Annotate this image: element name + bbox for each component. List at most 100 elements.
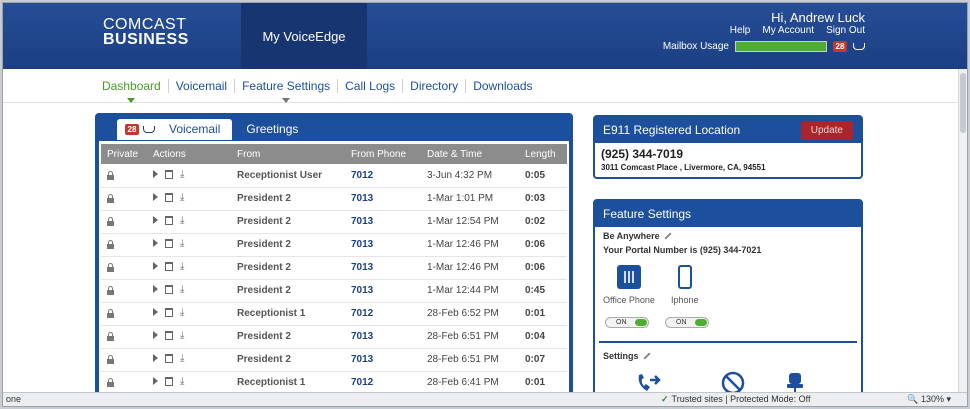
- private-cell[interactable]: [101, 302, 147, 326]
- download-icon[interactable]: ⤓: [180, 238, 184, 248]
- play-icon[interactable]: [153, 377, 158, 386]
- help-link[interactable]: Help: [730, 25, 751, 36]
- download-icon[interactable]: ⤓: [180, 192, 184, 202]
- tab-voicemail[interactable]: 28 Voicemail: [117, 118, 233, 140]
- table-row[interactable]: ⤓ President 2 7013 28-Feb 6:51 PM 0:07: [101, 348, 567, 372]
- from-phone-cell[interactable]: 7013: [345, 348, 421, 372]
- edit-pencil-icon[interactable]: [642, 352, 651, 360]
- private-cell[interactable]: [101, 210, 147, 234]
- private-cell[interactable]: [101, 279, 147, 303]
- lock-icon[interactable]: [107, 240, 114, 249]
- trash-icon[interactable]: [165, 330, 173, 340]
- nav-downloads[interactable]: Downloads: [466, 79, 539, 93]
- download-icon[interactable]: ⤓: [180, 307, 184, 317]
- col-date-time[interactable]: Date & Time: [421, 144, 519, 164]
- scrollbar-thumb[interactable]: [960, 73, 966, 133]
- play-icon[interactable]: [153, 170, 158, 178]
- from-phone-cell[interactable]: 7012: [345, 164, 421, 188]
- table-row[interactable]: ⤓ President 2 7013 1-Mar 1:01 PM 0:03: [101, 187, 567, 211]
- table-row[interactable]: ⤓ Receptionist 1 7012 28-Feb 6:41 PM 0:01: [101, 371, 567, 395]
- lock-icon[interactable]: [107, 309, 114, 318]
- nav-voicemail[interactable]: Voicemail: [169, 79, 236, 93]
- from-phone-cell[interactable]: 7013: [345, 325, 421, 349]
- comcast-business-logo[interactable]: COMCAST BUSINESS: [103, 17, 189, 48]
- col-from[interactable]: From: [231, 144, 345, 164]
- trash-icon[interactable]: [165, 215, 173, 225]
- table-row[interactable]: ⤓ President 2 7013 1-Mar 12:46 PM 0:06: [101, 256, 567, 280]
- from-phone-cell[interactable]: 7013: [345, 187, 421, 211]
- private-cell[interactable]: [101, 164, 147, 188]
- private-cell[interactable]: [101, 256, 147, 280]
- private-cell[interactable]: [101, 371, 147, 395]
- lock-icon[interactable]: [107, 194, 114, 203]
- iphone-toggle[interactable]: ON: [665, 317, 709, 328]
- nav-call-logs[interactable]: Call Logs: [338, 79, 404, 93]
- play-icon[interactable]: [153, 193, 158, 202]
- nav-dashboard[interactable]: Dashboard: [95, 79, 169, 103]
- play-icon[interactable]: [153, 239, 158, 248]
- from-phone-cell[interactable]: 7012: [345, 371, 421, 395]
- lock-icon[interactable]: [107, 286, 114, 295]
- trash-icon[interactable]: [165, 192, 173, 202]
- zoom-level[interactable]: 🔍 130% ▾: [907, 394, 951, 405]
- play-icon[interactable]: [153, 262, 158, 271]
- download-icon[interactable]: ⤓: [180, 330, 184, 340]
- table-row[interactable]: ⤓ President 2 7013 1-Mar 12:54 PM 0:02: [101, 210, 567, 234]
- download-icon[interactable]: ⤓: [180, 284, 184, 294]
- col-actions[interactable]: Actions: [147, 144, 231, 164]
- trash-icon[interactable]: [165, 238, 173, 248]
- table-row[interactable]: ⤓ Receptionist User 7012 3-Jun 4:32 PM 0:05: [101, 164, 567, 188]
- from-phone-cell[interactable]: 7012: [345, 302, 421, 326]
- my-voiceedge-tab[interactable]: My VoiceEdge: [241, 3, 367, 69]
- edit-pencil-icon[interactable]: [664, 232, 672, 240]
- from-phone-cell[interactable]: 7013: [345, 210, 421, 234]
- trash-icon[interactable]: [165, 376, 173, 386]
- tab-greetings[interactable]: Greetings: [232, 122, 312, 136]
- download-icon[interactable]: ⤓: [180, 261, 184, 271]
- trash-icon[interactable]: [165, 261, 173, 271]
- col-from-phone[interactable]: From Phone: [345, 144, 421, 164]
- play-icon[interactable]: [153, 331, 158, 340]
- private-cell[interactable]: [101, 187, 147, 211]
- play-icon[interactable]: [153, 308, 158, 317]
- sign-out-link[interactable]: Sign Out: [826, 25, 865, 36]
- my-account-link[interactable]: My Account: [762, 25, 814, 36]
- table-row[interactable]: ⤓ Receptionist 1 7012 28-Feb 6:52 PM 0:01: [101, 302, 567, 326]
- from-phone-cell[interactable]: 7013: [345, 233, 421, 257]
- update-button[interactable]: Update: [800, 120, 853, 140]
- play-icon[interactable]: [153, 354, 158, 363]
- trash-icon[interactable]: [165, 307, 173, 317]
- col-length[interactable]: Length: [519, 144, 567, 164]
- private-cell[interactable]: [101, 348, 147, 372]
- device-iphone[interactable]: Iphone: [671, 265, 699, 305]
- lock-icon[interactable]: [107, 263, 114, 272]
- from-phone-cell[interactable]: 7013: [345, 256, 421, 280]
- page-scrollbar[interactable]: [958, 69, 967, 393]
- download-icon[interactable]: ⤓: [180, 353, 184, 363]
- play-icon[interactable]: [153, 216, 158, 225]
- private-cell[interactable]: [101, 233, 147, 257]
- from-phone-cell[interactable]: 7013: [345, 279, 421, 303]
- private-cell[interactable]: [101, 325, 147, 349]
- lock-icon[interactable]: [107, 217, 114, 226]
- device-office-phone[interactable]: Office Phone: [603, 265, 655, 305]
- download-icon[interactable]: ⤓: [180, 215, 184, 225]
- trash-icon[interactable]: [165, 169, 173, 179]
- lock-icon[interactable]: [107, 355, 114, 364]
- col-private[interactable]: Private: [101, 144, 147, 164]
- nav-feature-settings[interactable]: Feature Settings: [235, 79, 339, 103]
- nav-directory[interactable]: Directory: [403, 79, 467, 93]
- lock-icon[interactable]: [107, 170, 114, 180]
- trash-icon[interactable]: [165, 284, 173, 294]
- table-row[interactable]: ⤓ President 2 7013 1-Mar 12:46 PM 0:06: [101, 233, 567, 257]
- voicemail-icon[interactable]: [853, 43, 865, 50]
- lock-icon[interactable]: [107, 332, 114, 341]
- table-row[interactable]: ⤓ President 2 7013 28-Feb 6:51 PM 0:04: [101, 325, 567, 349]
- office-phone-toggle[interactable]: ON: [605, 317, 649, 328]
- trash-icon[interactable]: [165, 353, 173, 363]
- table-row[interactable]: ⤓ President 2 7013 1-Mar 12:44 PM 0:45: [101, 279, 567, 303]
- play-icon[interactable]: [153, 285, 158, 294]
- download-icon[interactable]: ⤓: [180, 376, 184, 386]
- download-icon[interactable]: ⤓: [180, 169, 184, 179]
- security-zone[interactable]: ✓ Trusted sites | Protected Mode: Off: [661, 394, 810, 405]
